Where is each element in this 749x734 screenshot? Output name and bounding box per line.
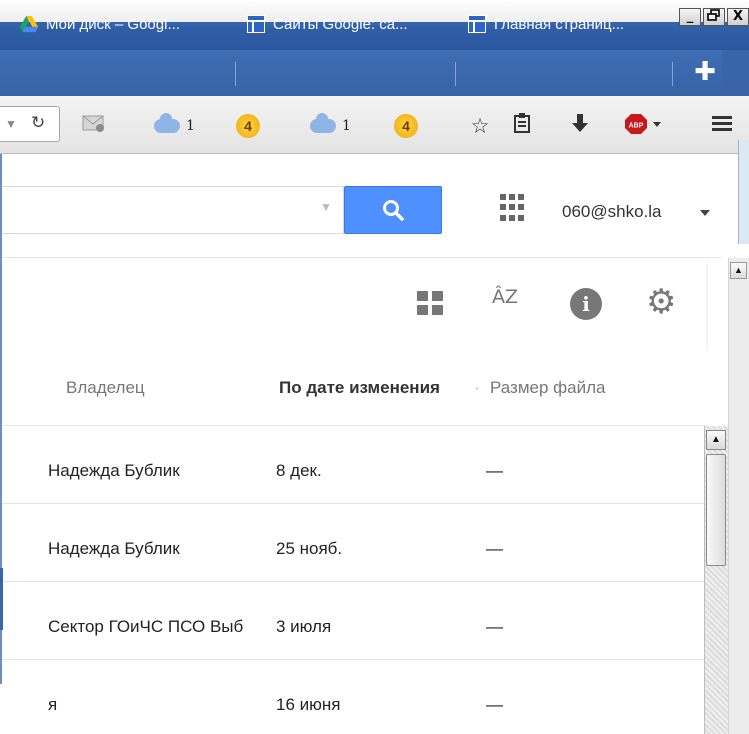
badge-4-icon: 4 (394, 114, 418, 138)
cloud-counter-1[interactable]: 1 (154, 113, 195, 139)
info-icon[interactable]: i (570, 288, 602, 320)
row-size: — (486, 461, 503, 480)
row-date: 3 июля (276, 617, 332, 636)
cloud-count: 1 (342, 118, 351, 134)
row-size: — (486, 695, 503, 714)
google-drive-icon (20, 15, 38, 33)
badge-4-button-1[interactable]: 4 (236, 113, 260, 139)
column-owner-header[interactable]: Владелец (66, 378, 145, 398)
new-tab-button[interactable]: ✚ (690, 58, 720, 88)
abp-label: ABP (629, 123, 644, 130)
page-scrollbar[interactable] (728, 258, 749, 734)
account-name[interactable]: 060@shko.la (562, 202, 662, 222)
tab-label: Сайты Google: ca... (273, 15, 408, 33)
search-button[interactable] (344, 186, 442, 234)
settings-gear-icon[interactable]: ⚙ (646, 284, 676, 320)
row-owner: Сектор ГОиЧС ПСО Выб (48, 617, 244, 636)
account-dropdown-icon[interactable] (700, 210, 710, 216)
search-icon (383, 200, 404, 221)
restore-icon (707, 9, 720, 21)
cloud-counter-2[interactable]: 1 (310, 113, 351, 139)
url-dropdown-icon[interactable]: ▼ (5, 117, 17, 131)
badge-4-button-2[interactable]: 4 (394, 113, 418, 139)
badge-4-icon: 4 (236, 114, 260, 138)
mail-icon[interactable] (80, 112, 108, 140)
tab-google-sites[interactable]: Сайты Google: ca... (247, 8, 447, 40)
url-bar[interactable]: ▼ ↻ (0, 106, 60, 142)
row-date: 8 дек. (276, 461, 322, 480)
tab-main-page[interactable]: Главная страниц... (468, 8, 658, 40)
bookmark-star-icon[interactable]: ☆ (466, 112, 494, 140)
scroll-up-arrow-icon[interactable]: ▲ (730, 262, 747, 279)
restore-button[interactable] (703, 8, 725, 26)
cloud-count: 1 (186, 118, 195, 134)
background-window-accent (0, 568, 3, 630)
tab-separator (235, 62, 236, 86)
grid-view-icon[interactable] (417, 291, 445, 317)
list-scroll-thumb[interactable] (706, 454, 726, 566)
google-sites-icon (247, 15, 265, 33)
tab-label: Главная страниц... (494, 15, 625, 33)
cloud-icon (154, 113, 180, 133)
row-owner: Надежда Бублик (48, 539, 180, 558)
google-sites-icon (468, 15, 486, 33)
search-input[interactable] (2, 186, 344, 234)
row-date: 25 нояб. (276, 539, 343, 558)
list-scroll-up-arrow-icon[interactable]: ▲ (706, 430, 726, 450)
row-size: — (486, 617, 503, 636)
reading-list-icon[interactable] (508, 112, 536, 140)
cloud-icon (310, 113, 336, 133)
menu-icon[interactable] (708, 112, 736, 140)
window-controls: _ X (679, 8, 749, 26)
side-panel-edge (738, 140, 749, 244)
apps-grid-icon[interactable] (500, 194, 528, 222)
tab-separator (672, 62, 673, 86)
tab-my-drive[interactable]: Мой диск – Googl... (20, 8, 230, 40)
search-options-dropdown-icon[interactable]: ▼ (320, 200, 332, 214)
browser-window: _ X Мой диск – Googl... Сайты Google: ca… (0, 0, 749, 734)
row-size: — (486, 539, 503, 558)
reload-icon[interactable]: ↻ (31, 113, 45, 133)
tab-separator (455, 62, 456, 86)
minimize-button[interactable]: _ (679, 8, 701, 26)
row-owner: Надежда Бублик (48, 461, 180, 480)
download-icon[interactable] (566, 112, 594, 140)
tab-strip (0, 50, 749, 96)
tab-label: Мой диск – Googl... (46, 15, 180, 33)
column-separator: · (474, 378, 480, 397)
table-row[interactable] (2, 660, 704, 734)
sort-az-icon[interactable]: ÂZ (492, 286, 518, 308)
row-date: 16 июня (276, 695, 341, 714)
adblock-plus-button[interactable]: ABP (622, 112, 664, 140)
row-owner: я (48, 695, 58, 714)
column-size-header[interactable]: Размер файла (490, 378, 605, 398)
close-button[interactable]: X (727, 8, 749, 26)
column-modified-header[interactable]: По дате изменения (279, 378, 440, 398)
